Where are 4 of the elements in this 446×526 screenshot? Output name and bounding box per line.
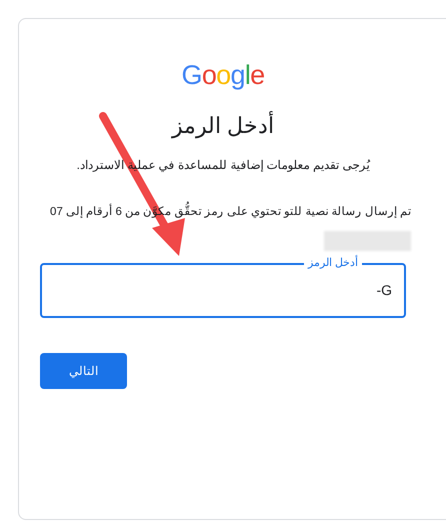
field-value: G-	[376, 281, 392, 300]
google-logo: Google	[181, 62, 265, 89]
page-title: أدخل الرمز	[172, 110, 274, 140]
next-button[interactable]: التالي	[40, 353, 127, 390]
